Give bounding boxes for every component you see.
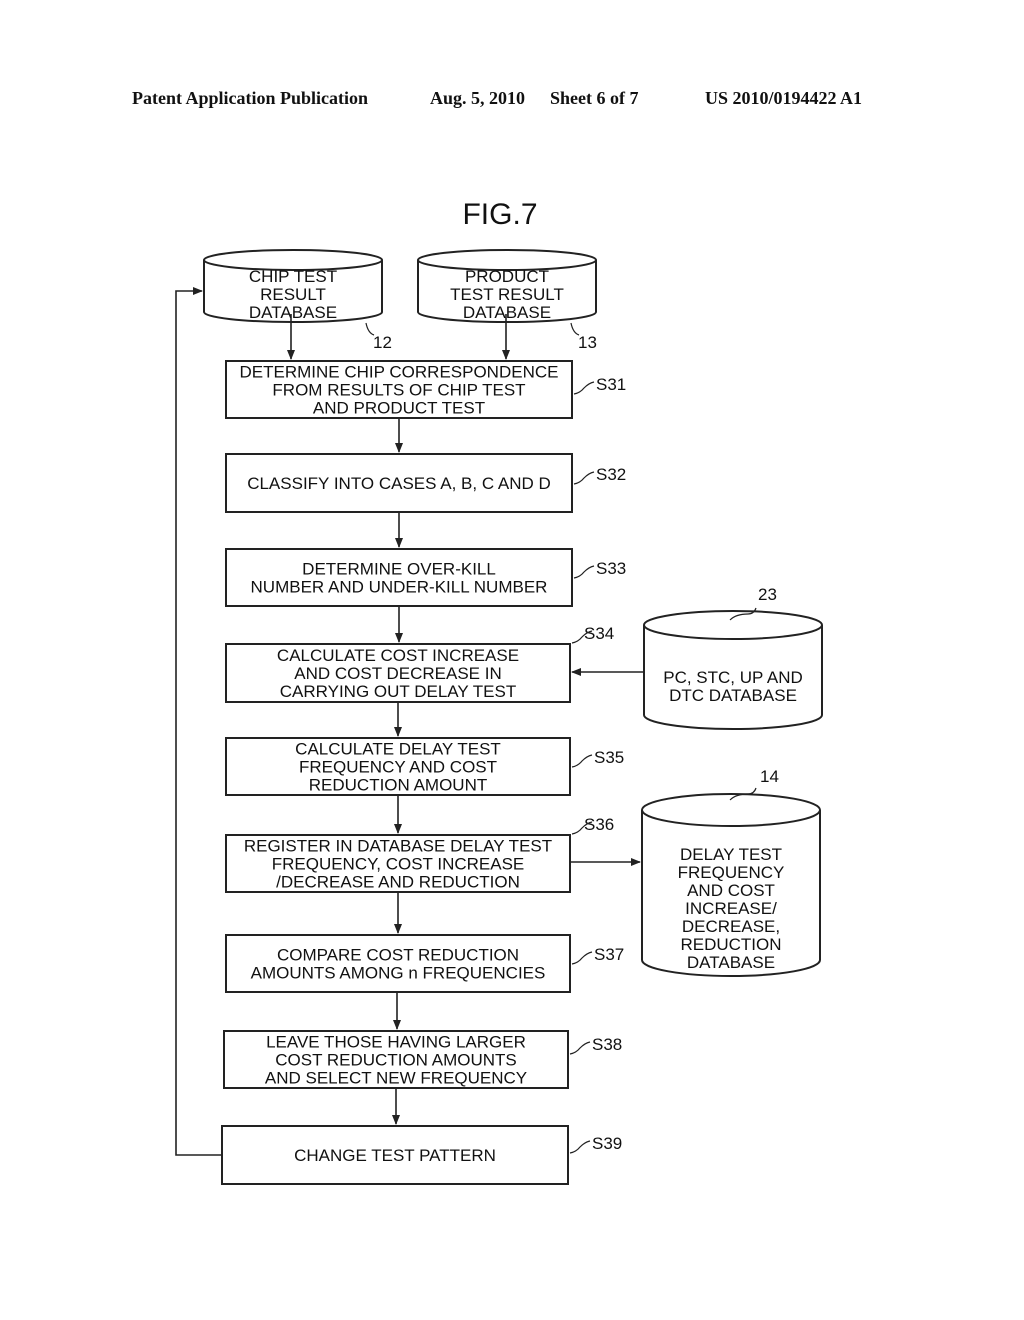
leader-line [573, 565, 595, 579]
chip-test-result-db-line: DATABASE [249, 303, 337, 322]
step-s39-line: CHANGE TEST PATTERN [294, 1146, 496, 1165]
delay-test-frequency-db-line: REDUCTION [680, 935, 781, 954]
step-label: S35 [594, 748, 624, 767]
step-label: S32 [596, 465, 626, 484]
reference-numeral: 12 [373, 333, 392, 352]
delay-test-frequency-db-line: DATABASE [687, 953, 775, 972]
product-test-result-db-line: PRODUCT [465, 267, 549, 286]
step-label: S36 [584, 815, 614, 834]
chip-test-result-db-line: CHIP TEST [249, 267, 337, 286]
step-label: S34 [584, 624, 614, 643]
step-s36-line: REGISTER IN DATABASE DELAY TEST [244, 837, 552, 856]
delay-test-frequency-db: DELAY TESTFREQUENCYAND COSTINCREASE/DECR… [641, 767, 821, 977]
leader-line [571, 951, 593, 965]
delay-test-frequency-db-line: DELAY TEST [680, 845, 782, 864]
pc-stc-up-dtc-db-line: DTC DATABASE [669, 686, 797, 705]
delay-test-frequency-db-line: DECREASE, [682, 917, 780, 936]
step-s37-line: COMPARE COST REDUCTION [277, 946, 519, 965]
process-step-s37: COMPARE COST REDUCTIONAMOUNTS AMONG n FR… [225, 934, 624, 993]
leader-line [569, 1041, 591, 1055]
process-step-s36: REGISTER IN DATABASE DELAY TESTFREQUENCY… [225, 815, 614, 893]
chip-test-result-db: CHIP TESTRESULTDATABASE 12 [203, 249, 392, 352]
reference-numeral: 23 [758, 585, 777, 604]
process-step-s31: DETERMINE CHIP CORRESPONDENCEFROM RESULT… [225, 360, 626, 419]
reference-numeral: 14 [760, 767, 779, 786]
process-step-s39: CHANGE TEST PATTERN S39 [221, 1125, 622, 1185]
step-s36-line: FREQUENCY, COST INCREASE [272, 855, 525, 874]
chip-test-result-db-line: RESULT [260, 285, 326, 304]
process-step-s32: CLASSIFY INTO CASES A, B, C AND D S32 [225, 453, 626, 513]
delay-test-frequency-db-line: INCREASE/ [685, 899, 777, 918]
step-label: S31 [596, 375, 626, 394]
step-s35-line: FREQUENCY AND COST [299, 758, 497, 777]
reference-numeral: 13 [578, 333, 597, 352]
pc-stc-up-dtc-db: PC, STC, UP ANDDTC DATABASE 23 [643, 585, 823, 730]
step-s35-line: CALCULATE DELAY TEST [295, 740, 501, 759]
product-test-result-db: PRODUCTTEST RESULTDATABASE 13 [417, 249, 597, 352]
step-s31-line: AND PRODUCT TEST [313, 399, 485, 418]
step-s37-line: AMOUNTS AMONG n FREQUENCIES [251, 964, 546, 983]
step-s35-line: REDUCTION AMOUNT [309, 776, 488, 795]
step-s38-line: LEAVE THOSE HAVING LARGER [266, 1033, 526, 1052]
product-test-result-db-line: DATABASE [463, 303, 551, 322]
leader-line [569, 1140, 591, 1154]
step-s32-line: CLASSIFY INTO CASES A, B, C AND D [247, 474, 551, 493]
process-step-s33: DETERMINE OVER-KILLNUMBER AND UNDER-KILL… [225, 548, 626, 607]
step-s36-line: /DECREASE AND REDUCTION [276, 873, 520, 892]
step-label: S38 [592, 1035, 622, 1054]
step-label: S33 [596, 559, 626, 578]
leader-line [573, 381, 595, 395]
leader-line [573, 471, 595, 485]
pc-stc-up-dtc-db-line: PC, STC, UP AND [663, 668, 803, 687]
step-s33-line: NUMBER AND UNDER-KILL NUMBER [251, 578, 548, 597]
flowchart: CHIP TESTRESULTDATABASE12PRODUCTTEST RES… [175, 249, 823, 1185]
leader-line [571, 754, 593, 768]
product-test-result-db-line: TEST RESULT [450, 285, 564, 304]
step-s38-line: COST REDUCTION AMOUNTS [275, 1051, 516, 1070]
step-label: S37 [594, 945, 624, 964]
process-step-s34: CALCULATE COST INCREASEAND COST DECREASE… [225, 624, 614, 703]
step-s31-line: FROM RESULTS OF CHIP TEST [272, 381, 525, 400]
step-s34-line: AND COST DECREASE IN [294, 664, 502, 683]
delay-test-frequency-db-line: FREQUENCY [678, 863, 785, 882]
process-step-s35: CALCULATE DELAY TESTFREQUENCY AND COSTRE… [225, 737, 624, 796]
step-s38-line: AND SELECT NEW FREQUENCY [265, 1069, 527, 1088]
step-label: S39 [592, 1134, 622, 1153]
step-s31-line: DETERMINE CHIP CORRESPONDENCE [240, 363, 559, 382]
feedback-loop-arrow [175, 287, 222, 1156]
step-s33-line: DETERMINE OVER-KILL [302, 560, 496, 579]
step-s34-line: CALCULATE COST INCREASE [277, 646, 519, 665]
delay-test-frequency-db-line: AND COST [687, 881, 775, 900]
step-s34-line: CARRYING OUT DELAY TEST [280, 682, 517, 701]
process-step-s38: LEAVE THOSE HAVING LARGERCOST REDUCTION … [223, 1030, 622, 1089]
